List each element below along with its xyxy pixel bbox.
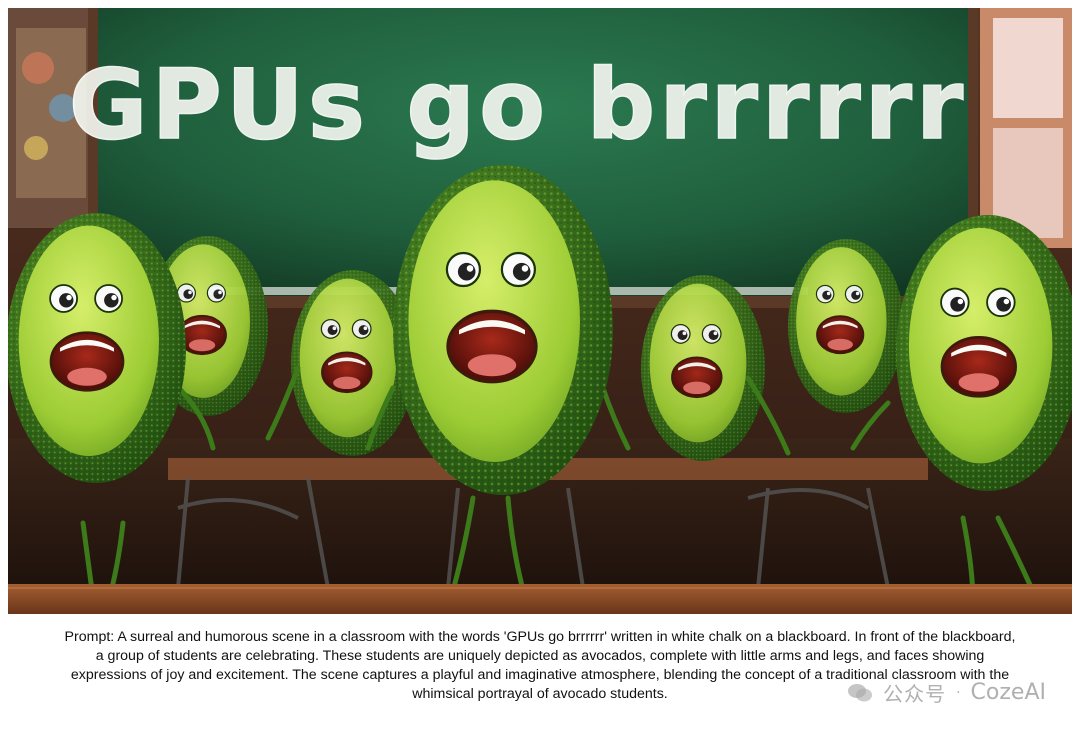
wechat-icon	[848, 683, 873, 701]
classroom-scene-image: GPUs go brrrrrr	[8, 8, 1072, 614]
watermark: 公众号 · CozeAI	[847, 678, 1046, 707]
blackboard-text: GPUs go brrrrrr	[69, 49, 968, 161]
watermark-separator: ·	[956, 684, 961, 701]
watermark-brand: CozeAI	[970, 680, 1046, 705]
watermark-left-text: 公众号	[883, 682, 947, 706]
